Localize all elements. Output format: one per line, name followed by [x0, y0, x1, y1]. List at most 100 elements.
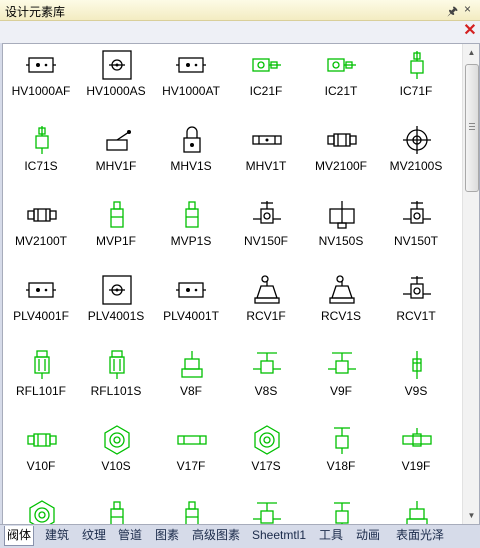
- tab-1[interactable]: 建筑: [45, 526, 69, 545]
- library-item[interactable]: IC21F: [228, 47, 304, 122]
- library-item[interactable]: [303, 497, 379, 524]
- library-item[interactable]: NV150T: [378, 197, 454, 272]
- library-item[interactable]: RCV1F: [228, 272, 304, 347]
- library-item[interactable]: HV1000AT: [153, 47, 229, 122]
- item-label: MVP1F: [95, 234, 136, 248]
- item-label: V10F: [26, 459, 56, 473]
- library-item[interactable]: PLV4001F: [3, 272, 79, 347]
- library-item[interactable]: V8F: [153, 347, 229, 422]
- library-item[interactable]: RFL101S: [78, 347, 154, 422]
- item-label: V10S: [101, 459, 131, 473]
- library-item[interactable]: [3, 497, 79, 524]
- valve-symbol-icon: [183, 126, 201, 153]
- library-item[interactable]: HV1000AS: [78, 47, 154, 122]
- valve-symbol-icon: [104, 425, 130, 455]
- tab-4[interactable]: 图素: [155, 526, 179, 545]
- tab-8[interactable]: 动画: [356, 526, 380, 545]
- valve-symbol-icon: [334, 502, 350, 524]
- scroll-down-arrow-icon[interactable]: ▼: [463, 507, 479, 524]
- item-label: NV150S: [318, 234, 364, 248]
- valve-symbol-icon: [402, 428, 432, 447]
- library-item[interactable]: PLV4001S: [78, 272, 154, 347]
- library-item[interactable]: V10S: [78, 422, 154, 497]
- item-label: V19F: [401, 459, 431, 473]
- item-label: RFL101S: [90, 384, 142, 398]
- item-label: MHV1S: [170, 159, 212, 173]
- library-item[interactable]: MHV1F: [78, 122, 154, 197]
- library-item[interactable]: V9S: [378, 347, 454, 422]
- item-label: V9F: [329, 384, 352, 398]
- valve-symbol-icon: [177, 435, 207, 445]
- vertical-scrollbar[interactable]: ▲ ▼: [462, 44, 479, 524]
- item-label: RFL101F: [15, 384, 67, 398]
- window-title: 设计元素库: [5, 5, 66, 19]
- item-label: MHV1T: [245, 159, 287, 173]
- valve-symbol-icon: [185, 201, 199, 228]
- library-item[interactable]: MV2100T: [3, 197, 79, 272]
- valve-symbol-icon: [185, 501, 199, 524]
- library-item[interactable]: MVP1S: [153, 197, 229, 272]
- valve-symbol-icon: [327, 58, 356, 72]
- library-item[interactable]: V8S: [228, 347, 304, 422]
- valve-symbol-icon: [252, 58, 281, 72]
- valve-symbol-icon: [252, 135, 282, 145]
- library-item[interactable]: V17F: [153, 422, 229, 497]
- item-label: V8S: [254, 384, 278, 398]
- item-label: RCV1T: [396, 309, 436, 323]
- close-panel-icon[interactable]: ✕: [462, 23, 478, 39]
- valve-symbol-icon: [406, 501, 428, 524]
- library-item[interactable]: IC71S: [3, 122, 79, 197]
- valve-symbol-icon: [254, 425, 280, 455]
- valve-symbol-icon: [253, 502, 281, 524]
- close-icon[interactable]: ×: [464, 2, 471, 16]
- library-item[interactable]: MHV1T: [228, 122, 304, 197]
- library-item[interactable]: RCV1T: [378, 272, 454, 347]
- library-item[interactable]: MV2100S: [378, 122, 454, 197]
- tab-5[interactable]: 高级图素: [192, 526, 240, 545]
- valve-symbol-icon: [254, 275, 280, 304]
- tab-7[interactable]: 工具: [319, 526, 343, 545]
- library-item[interactable]: [153, 497, 229, 524]
- valve-symbol-icon: [412, 351, 422, 379]
- valve-symbol-icon: [410, 51, 424, 79]
- library-item[interactable]: RFL101F: [3, 347, 79, 422]
- library-item[interactable]: V17S: [228, 422, 304, 497]
- item-label: V17F: [176, 459, 206, 473]
- pin-icon[interactable]: 🖈: [447, 2, 458, 23]
- library-item[interactable]: RCV1S: [303, 272, 379, 347]
- valve-symbol-icon: [109, 350, 125, 379]
- library-item[interactable]: V9F: [303, 347, 379, 422]
- valve-symbol-icon: [176, 282, 206, 298]
- library-item[interactable]: HV1000AF: [3, 47, 79, 122]
- library-item[interactable]: [78, 497, 154, 524]
- element-library-panel: HV1000AF HV1000AS HV1000AT IC21F IC21T IC71F I…: [2, 43, 480, 525]
- tab-0[interactable]: 阀体: [4, 526, 35, 546]
- library-item[interactable]: MV2100F: [303, 122, 379, 197]
- library-item[interactable]: MVP1F: [78, 197, 154, 272]
- valve-symbol-icon: [26, 57, 56, 73]
- library-item[interactable]: PLV4001T: [153, 272, 229, 347]
- tab-2[interactable]: 纹理: [82, 526, 106, 545]
- scroll-thumb[interactable]: [465, 64, 479, 192]
- library-item[interactable]: MHV1S: [153, 122, 229, 197]
- item-label: IC71F: [399, 84, 433, 98]
- library-item[interactable]: [378, 497, 454, 524]
- tab-9[interactable]: 表面光泽: [396, 526, 444, 545]
- library-item[interactable]: V10F: [3, 422, 79, 497]
- item-label: MHV1F: [95, 159, 137, 173]
- library-item[interactable]: V19F: [378, 422, 454, 497]
- library-item[interactable]: [228, 497, 304, 524]
- library-item[interactable]: IC21T: [303, 47, 379, 122]
- item-label: NV150F: [243, 234, 289, 248]
- tab-6[interactable]: Sheetmtl1: [252, 526, 306, 545]
- library-item[interactable]: IC71F: [378, 47, 454, 122]
- tab-3[interactable]: 管道: [118, 526, 142, 545]
- valve-symbol-icon: [403, 126, 431, 154]
- item-label: RCV1F: [246, 309, 286, 323]
- library-item[interactable]: NV150F: [228, 197, 304, 272]
- library-item[interactable]: V18F: [303, 422, 379, 497]
- library-item[interactable]: NV150S: [303, 197, 379, 272]
- valve-symbol-icon: [26, 282, 56, 298]
- item-label: HV1000AF: [11, 84, 71, 98]
- scroll-up-arrow-icon[interactable]: ▲: [463, 44, 479, 61]
